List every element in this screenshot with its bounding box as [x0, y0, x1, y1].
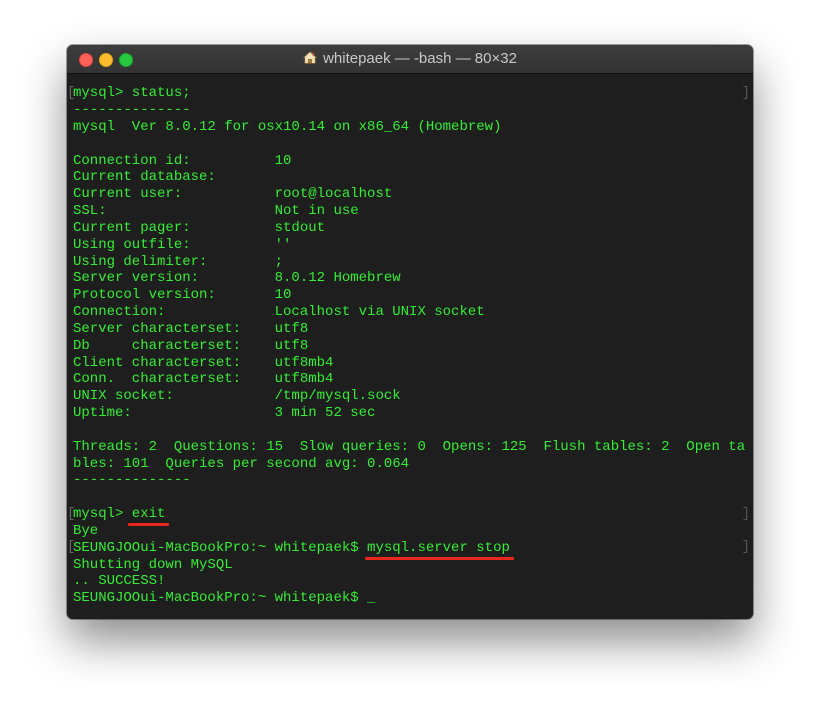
terminal-line: Server characterset: utf8	[73, 321, 309, 337]
terminal-line: Current pager: stdout	[73, 220, 326, 236]
terminal-line: Connection: Localhost via UNIX socket	[73, 304, 485, 320]
terminal-line: SEUNGJOOui-MacBookPro:~ whitepaek$ mysql…	[73, 540, 510, 556]
terminal-line: bles: 101 Queries per second avg: 0.064	[73, 456, 410, 472]
terminal-line: Db characterset: utf8	[73, 338, 309, 354]
terminal-line: UNIX socket: /tmp/mysql.sock	[73, 388, 401, 404]
terminal-line: Using outfile: ''	[73, 237, 292, 253]
terminal-line: Current user: root@localhost	[73, 186, 393, 202]
window-title-container: whitepaek — -bash — 80×32	[67, 45, 753, 73]
prompt-marker-right: ]	[741, 85, 750, 101]
terminal-line: .. SUCCESS!	[73, 573, 166, 589]
terminal-window: whitepaek — -bash — 80×32 [ ] [ ] [ ] my…	[67, 45, 753, 619]
terminal-line: Shutting down MySQL	[73, 557, 233, 573]
server-stop-command-underline	[365, 557, 514, 560]
terminal-line: Server version: 8.0.12 Homebrew	[73, 270, 401, 286]
terminal-line: Current database:	[73, 169, 216, 185]
prompt-marker-right: ]	[741, 506, 750, 522]
terminal-line: --------------	[73, 102, 191, 118]
terminal-line: mysql> exit	[73, 506, 166, 522]
terminal-line: Client characterset: utf8mb4	[73, 355, 334, 371]
terminal-content[interactable]: [ ] [ ] [ ] mysql> status; -------------…	[67, 74, 753, 619]
title-bar[interactable]: whitepaek — -bash — 80×32	[67, 45, 753, 74]
terminal-line: Uptime: 3 min 52 sec	[73, 405, 376, 421]
terminal-line: Bye	[73, 523, 99, 539]
terminal-line: Connection id: 10	[73, 153, 292, 169]
terminal-line: SSL: Not in use	[73, 203, 359, 219]
terminal-line: Conn. characterset: utf8mb4	[73, 371, 334, 387]
terminal-line: Using delimiter: ;	[73, 254, 284, 270]
terminal-line: Protocol version: 10	[73, 287, 292, 303]
terminal-line: mysql Ver 8.0.12 for osx10.14 on x86_64 …	[73, 119, 502, 135]
terminal-line: mysql> status;	[73, 85, 191, 101]
terminal-line: SEUNGJOOui-MacBookPro:~ whitepaek$ _	[73, 590, 376, 606]
exit-command-underline	[128, 523, 169, 526]
terminal-line: Threads: 2 Questions: 15 Slow queries: 0…	[73, 439, 746, 455]
home-icon	[303, 51, 318, 64]
prompt-marker-right: ]	[741, 539, 750, 555]
window-title: whitepaek — -bash — 80×32	[323, 50, 517, 67]
terminal-line: --------------	[73, 472, 191, 488]
